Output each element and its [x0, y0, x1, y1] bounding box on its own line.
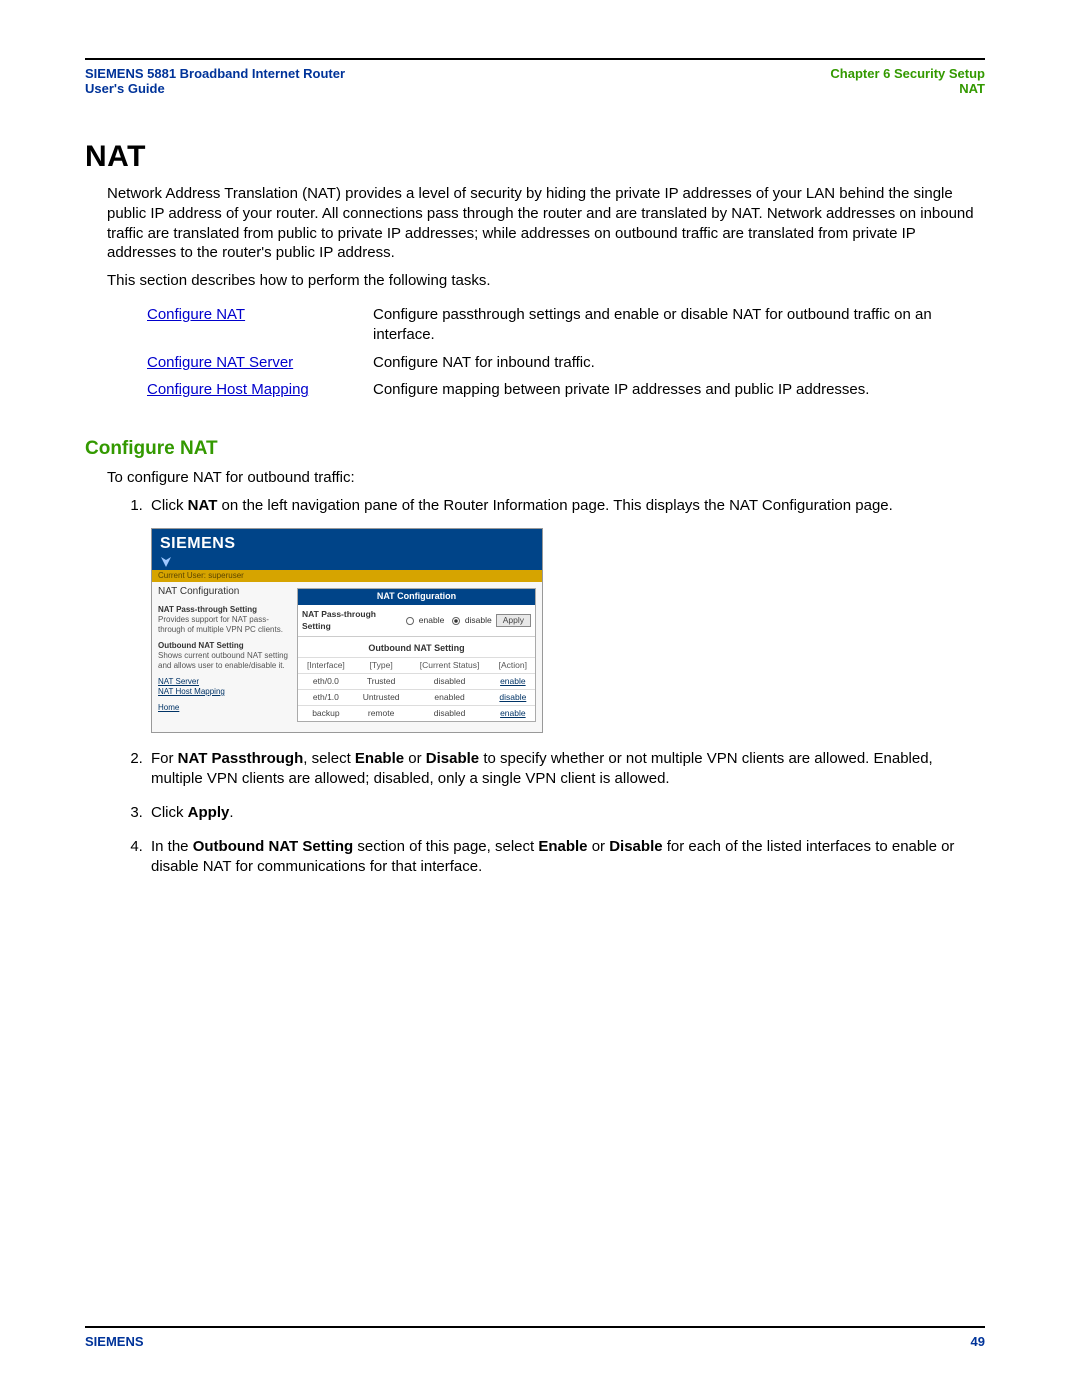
table-row: eth/1.0 Untrusted enabled disable	[298, 690, 535, 706]
action-disable[interactable]: disable	[499, 692, 526, 702]
table-row: eth/0.0 Trusted disabled enable	[298, 673, 535, 689]
router-nav-head-outbound: Outbound NAT Setting	[158, 641, 291, 651]
col-status: [Current Status]	[408, 657, 490, 673]
running-header: SIEMENS 5881 Broadband Internet Router U…	[85, 58, 985, 96]
steps-list: Click NAT on the left navigation pane of…	[107, 496, 983, 877]
router-nav-title: NAT Configuration	[158, 586, 291, 599]
apply-button[interactable]: Apply	[496, 614, 531, 627]
task-link-configure-host-mapping[interactable]: Configure Host Mapping	[147, 381, 309, 398]
router-outbound-table: [Interface] [Type] [Current Status] [Act…	[298, 657, 535, 722]
router-passthrough-label: NAT Pass-through Setting	[302, 609, 398, 631]
task-link-configure-nat[interactable]: Configure NAT	[147, 306, 245, 323]
router-brand: SIEMENS	[152, 529, 542, 556]
router-ui-screenshot: SIEMENS Current User: superuser NAT Conf…	[151, 528, 543, 734]
task-row: Configure NAT Configure passthrough sett…	[147, 301, 983, 349]
router-link-nat-host-mapping[interactable]: NAT Host Mapping	[158, 687, 291, 697]
step-4: In the Outbound NAT Setting section of t…	[147, 837, 983, 877]
header-right-line1: Chapter 6 Security Setup	[830, 66, 985, 81]
router-current-user: Current User: superuser	[152, 570, 542, 583]
radio-enable[interactable]	[406, 617, 414, 625]
lead-text: To configure NAT for outbound traffic:	[107, 468, 983, 488]
router-left-nav: NAT Configuration NAT Pass-through Setti…	[152, 582, 297, 721]
radio-disable[interactable]	[452, 617, 460, 625]
header-left-line2: User's Guide	[85, 81, 345, 96]
task-link-configure-nat-server[interactable]: Configure NAT Server	[147, 354, 293, 371]
step-2: For NAT Passthrough, select Enable or Di…	[147, 749, 983, 789]
router-nav-head-passthrough: NAT Pass-through Setting	[158, 605, 291, 615]
task-desc: Configure NAT for inbound traffic.	[373, 349, 983, 377]
router-link-nat-server[interactable]: NAT Server	[158, 677, 291, 687]
radio-disable-label: disable	[465, 615, 492, 626]
router-arrow-icon	[152, 556, 542, 570]
step-3: Click Apply.	[147, 803, 983, 823]
tasks-table: Configure NAT Configure passthrough sett…	[147, 301, 983, 404]
header-right-line2: NAT	[830, 81, 985, 96]
table-row: backup remote disabled enable	[298, 706, 535, 722]
col-type: [Type]	[354, 657, 409, 673]
router-panel-title: NAT Configuration	[298, 589, 535, 605]
router-outbound-title: Outbound NAT Setting	[298, 637, 535, 657]
intro-paragraph-1: Network Address Translation (NAT) provid…	[107, 184, 983, 263]
task-row: Configure Host Mapping Configure mapping…	[147, 376, 983, 404]
action-enable[interactable]: enable	[500, 708, 526, 718]
router-link-home[interactable]: Home	[158, 703, 291, 713]
router-nav-desc: Shows current outbound NAT setting and a…	[158, 651, 291, 671]
col-action: [Action]	[491, 657, 535, 673]
header-left-line1: SIEMENS 5881 Broadband Internet Router	[85, 66, 345, 81]
step-1: Click NAT on the left navigation pane of…	[147, 496, 983, 734]
action-enable[interactable]: enable	[500, 676, 526, 686]
section-heading-configure-nat: Configure NAT	[85, 438, 985, 460]
footer-left: SIEMENS	[85, 1334, 144, 1349]
router-passthrough-row: NAT Pass-through Setting enable disable …	[298, 605, 535, 636]
router-config-panel: NAT Configuration NAT Pass-through Setti…	[297, 588, 536, 722]
task-desc: Configure passthrough settings and enabl…	[373, 301, 983, 349]
task-desc: Configure mapping between private IP add…	[373, 376, 983, 404]
radio-enable-label: enable	[419, 615, 445, 626]
running-footer: SIEMENS 49	[85, 1326, 985, 1349]
intro-paragraph-2: This section describes how to perform th…	[107, 271, 983, 291]
router-nav-desc: Provides support for NAT pass-through of…	[158, 615, 291, 635]
page-title: NAT	[85, 140, 985, 174]
col-interface: [Interface]	[298, 657, 354, 673]
task-row: Configure NAT Server Configure NAT for i…	[147, 349, 983, 377]
page-number: 49	[971, 1334, 985, 1349]
